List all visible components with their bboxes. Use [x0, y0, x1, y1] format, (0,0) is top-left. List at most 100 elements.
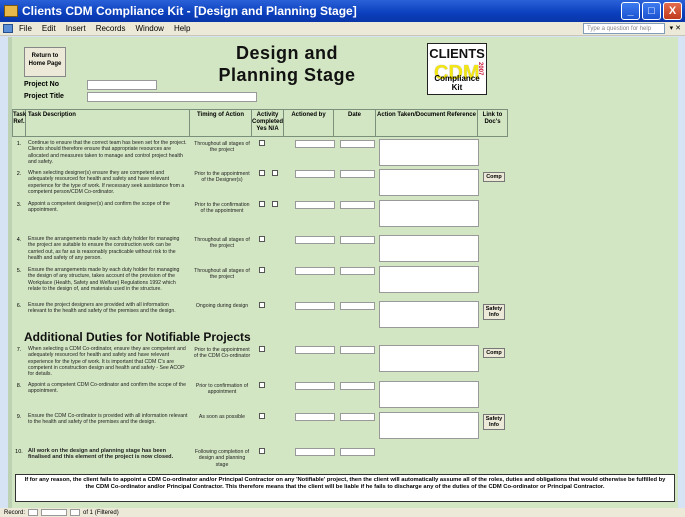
- row-3-action-notes[interactable]: [379, 200, 479, 227]
- row-8-actioned-input[interactable]: [295, 382, 335, 390]
- return-home-button[interactable]: Return to Home Page: [24, 47, 66, 77]
- row-6-link-button[interactable]: Safety Info: [483, 304, 505, 320]
- help-dropdown-icon[interactable]: ▾ ✕: [670, 24, 681, 32]
- form-icon[interactable]: [3, 24, 13, 33]
- window-title: Clients CDM Compliance Kit - [Design and…: [22, 4, 357, 18]
- project-title-label: Project Title: [24, 93, 64, 100]
- row-8-action-notes[interactable]: [379, 381, 479, 408]
- row-6-desc: Ensure the project designers are provide…: [28, 302, 176, 315]
- row-9-num: 9.: [16, 414, 22, 420]
- row-2-action-notes[interactable]: [379, 169, 479, 196]
- help-search-input[interactable]: Type a question for help: [583, 23, 665, 34]
- row-3-na-checkbox[interactable]: [272, 201, 278, 207]
- row-6-timing: Ongoing during design: [195, 303, 249, 309]
- row-8-date-input[interactable]: [340, 382, 375, 390]
- row-8-timing: Prior to confirmation of appointment: [195, 383, 249, 396]
- row-10-actioned-input[interactable]: [295, 448, 335, 456]
- menu-window[interactable]: Window: [136, 24, 164, 33]
- record-number-input[interactable]: [41, 509, 68, 516]
- first-record-button[interactable]: [28, 509, 39, 516]
- row-7-timing: Prior to the appointment of the CDM Co-o…: [193, 347, 251, 360]
- logo-line1: CLIENTS: [429, 46, 485, 61]
- row-8-num: 8.: [16, 383, 22, 389]
- row-2-timing: Prior to the appointment of the Designer…: [194, 171, 250, 184]
- row-2-desc: When selecting designer(s) ensure they a…: [28, 170, 185, 195]
- next-record-button[interactable]: [70, 509, 81, 516]
- record-count-label: of 1 (Filtered): [83, 509, 119, 516]
- close-button[interactable]: X: [663, 2, 682, 20]
- row-9-date-input[interactable]: [340, 413, 375, 421]
- row-3-num: 3.: [16, 202, 22, 208]
- row-3-date-input[interactable]: [340, 201, 375, 209]
- minimize-button[interactable]: _: [621, 2, 640, 20]
- row-2-link-button[interactable]: Comp: [483, 172, 505, 182]
- row-7-yes-checkbox[interactable]: [259, 346, 265, 352]
- row-6-num: 6.: [16, 303, 22, 309]
- record-label: Record:: [4, 509, 26, 516]
- row-3-desc: Appoint a competent designer(s) and conf…: [28, 201, 170, 214]
- menu-records[interactable]: Records: [96, 24, 126, 33]
- row-3-yes-checkbox[interactable]: [259, 201, 265, 207]
- row-4-timing: Throughout all stages of the project: [194, 237, 250, 250]
- row-1-yes-checkbox[interactable]: [259, 140, 265, 146]
- row-6-date-input[interactable]: [340, 302, 375, 310]
- row-1-desc: Continue to ensure that the correct team…: [28, 140, 187, 165]
- menu-file[interactable]: File: [19, 24, 32, 33]
- row-9-action-notes[interactable]: [379, 412, 479, 439]
- row-7-desc: When selecting a CDM Co-ordinator, ensur…: [28, 346, 186, 378]
- row-9-timing: As soon as possible: [198, 414, 246, 420]
- row-5-actioned-input[interactable]: [295, 267, 335, 275]
- row-1-actioned-input[interactable]: [295, 140, 335, 148]
- row-4-date-input[interactable]: [340, 236, 375, 244]
- menu-help[interactable]: Help: [174, 24, 190, 33]
- row-6-yes-checkbox[interactable]: [259, 302, 265, 308]
- row-6-action-notes[interactable]: [379, 301, 479, 328]
- row-9-actioned-input[interactable]: [295, 413, 335, 421]
- row-3-timing: Prior to the confirmation of the appoint…: [194, 202, 250, 215]
- row-5-yes-checkbox[interactable]: [259, 267, 265, 273]
- row-4-action-notes[interactable]: [379, 235, 479, 262]
- row-10-date-input[interactable]: [340, 448, 375, 456]
- row-4-actioned-input[interactable]: [295, 236, 335, 244]
- record-navigation-bar: Record: of 1 (Filtered): [0, 508, 685, 517]
- row-9-link-button[interactable]: Safety Info: [483, 414, 505, 430]
- col-header-date: Date: [334, 109, 376, 137]
- row-2-actioned-input[interactable]: [295, 170, 335, 178]
- menu-edit[interactable]: Edit: [42, 24, 56, 33]
- page-title-line2: Planning Stage: [218, 65, 356, 85]
- menu-insert[interactable]: Insert: [66, 24, 86, 33]
- row-4-desc: Ensure the arrangements made by each dut…: [28, 236, 180, 261]
- row-1-action-notes[interactable]: [379, 139, 479, 166]
- row-7-actioned-input[interactable]: [295, 346, 335, 354]
- row-5-action-notes[interactable]: [379, 266, 479, 293]
- row-5-date-input[interactable]: [340, 267, 375, 275]
- menu-bar: File Edit Insert Records Window Help Typ…: [0, 22, 685, 36]
- project-no-input[interactable]: [87, 80, 157, 90]
- row-1-date-input[interactable]: [340, 140, 375, 148]
- maximize-button[interactable]: □: [642, 2, 661, 20]
- col-header-activity: Activity Completed Yes N/A: [252, 109, 284, 137]
- col-header-link: Link to Doc's: [478, 109, 508, 137]
- row-4-num: 4.: [16, 237, 22, 243]
- row-7-link-button[interactable]: Comp: [483, 348, 505, 358]
- project-title-input[interactable]: [87, 92, 257, 102]
- row-2-yes-checkbox[interactable]: [259, 170, 265, 176]
- row-3-actioned-input[interactable]: [295, 201, 335, 209]
- row-7-date-input[interactable]: [340, 346, 375, 354]
- row-7-action-notes[interactable]: [379, 345, 479, 372]
- row-9-desc: Ensure the CDM Co-ordinator is provided …: [28, 413, 188, 426]
- row-2-na-checkbox[interactable]: [272, 170, 278, 176]
- access-app-icon: [4, 5, 18, 17]
- row-1-timing: Throughout all stages of the project: [194, 141, 250, 154]
- footer-warning: If for any reason, the client fails to a…: [15, 474, 675, 502]
- row-2-num: 2.: [16, 171, 22, 177]
- row-8-yes-checkbox[interactable]: [259, 382, 265, 388]
- row-9-yes-checkbox[interactable]: [259, 413, 265, 419]
- row-2-date-input[interactable]: [340, 170, 375, 178]
- row-10-yes-checkbox[interactable]: [259, 448, 265, 454]
- row-4-yes-checkbox[interactable]: [259, 236, 265, 242]
- design-planning-form: Return to Home Page Design and Planning …: [8, 37, 678, 508]
- row-6-actioned-input[interactable]: [295, 302, 335, 310]
- row-10-timing: Following completion of design and plann…: [194, 449, 250, 468]
- logo-line3: Compliance Kit: [434, 74, 480, 92]
